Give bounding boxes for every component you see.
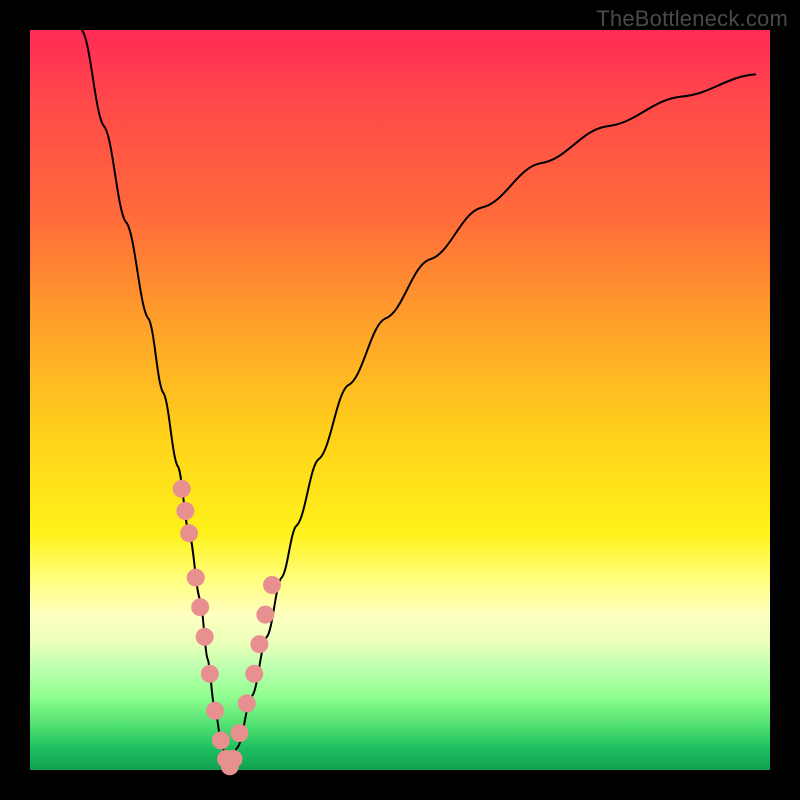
bottleneck-curve bbox=[82, 30, 755, 766]
curve-marker bbox=[187, 569, 205, 587]
curve-marker bbox=[201, 665, 219, 683]
curve-marker bbox=[245, 665, 263, 683]
curve-marker bbox=[250, 635, 268, 653]
curve-marker bbox=[238, 694, 256, 712]
curve-marker bbox=[176, 502, 194, 520]
curve-markers bbox=[173, 480, 281, 776]
plot-area bbox=[30, 30, 770, 770]
chart-svg bbox=[30, 30, 770, 770]
curve-marker bbox=[196, 628, 214, 646]
curve-marker bbox=[263, 576, 281, 594]
chart-frame: TheBottleneck.com bbox=[0, 0, 800, 800]
watermark-text: TheBottleneck.com bbox=[596, 6, 788, 32]
curve-marker bbox=[225, 750, 243, 768]
curve-marker bbox=[180, 524, 198, 542]
curve-marker bbox=[212, 731, 230, 749]
curve-marker bbox=[230, 724, 248, 742]
curve-marker bbox=[256, 606, 274, 624]
curve-marker bbox=[191, 598, 209, 616]
curve-marker bbox=[206, 702, 224, 720]
curve-marker bbox=[173, 480, 191, 498]
